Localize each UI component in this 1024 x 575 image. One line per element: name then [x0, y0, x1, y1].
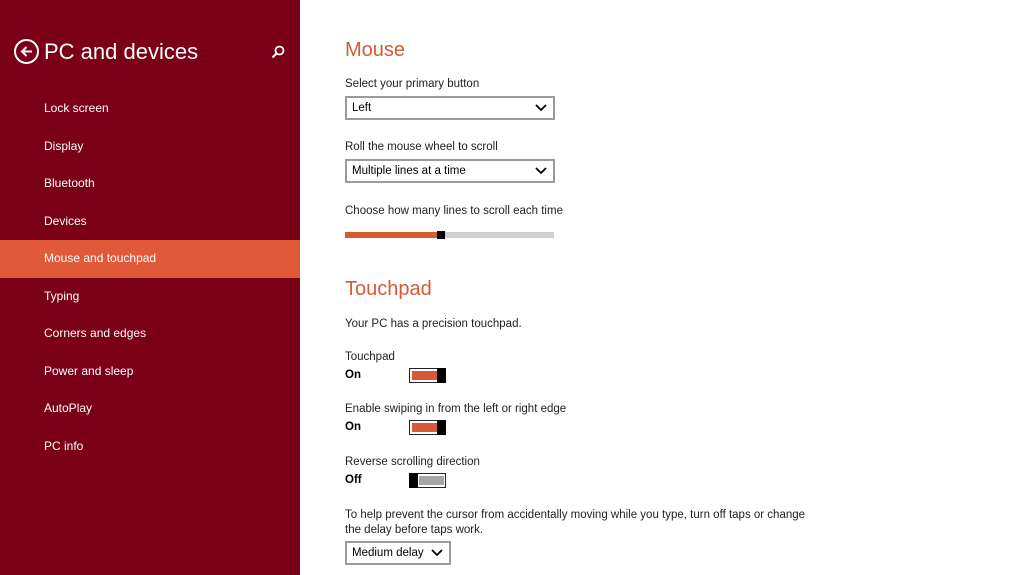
back-arrow-icon: [20, 46, 32, 57]
sidebar-item-corners-and-edges[interactable]: Corners and edges: [0, 315, 300, 353]
sidebar-item-mouse-and-touchpad[interactable]: Mouse and touchpad: [0, 240, 300, 278]
sidebar-header: PC and devices: [14, 38, 290, 68]
swipe-toggle-label: Enable swiping in from the left or right…: [345, 403, 567, 415]
reverse-scroll-toggle[interactable]: [409, 473, 446, 488]
swipe-toggle[interactable]: [409, 420, 446, 435]
tap-delay-value: Medium delay: [352, 547, 424, 559]
touchpad-section-title: Touchpad: [345, 278, 432, 300]
settings-content: Mouse Select your primary button Left Ro…: [345, 0, 1005, 575]
sidebar-item-lock-screen[interactable]: Lock screen: [0, 90, 300, 128]
primary-button-label: Select your primary button: [345, 78, 480, 90]
toggle-track: [412, 371, 438, 380]
chevron-down-icon: [535, 167, 547, 175]
touchpad-toggle-state: On: [345, 369, 361, 381]
toggle-knob: [437, 420, 446, 435]
toggle-track: [412, 423, 438, 432]
sidebar-item-pc-info[interactable]: PC info: [0, 428, 300, 466]
primary-button-value: Left: [352, 102, 372, 114]
swipe-toggle-state: On: [345, 421, 361, 433]
tap-delay-description: To help prevent the cursor from accident…: [345, 509, 806, 536]
toggle-knob: [437, 368, 446, 383]
sidebar-item-devices[interactable]: Devices: [0, 203, 300, 241]
primary-button-dropdown[interactable]: Left: [345, 96, 555, 120]
touchpad-toggle-label: Touchpad: [345, 351, 395, 363]
touchpad-toggle[interactable]: [409, 368, 446, 383]
toggle-track: [419, 476, 444, 485]
slider-thumb[interactable]: [437, 231, 445, 239]
reverse-scroll-state: Off: [345, 474, 362, 486]
search-button[interactable]: [270, 44, 286, 60]
mouse-section-title: Mouse: [345, 39, 406, 61]
sidebar-item-bluetooth[interactable]: Bluetooth: [0, 165, 300, 203]
sidebar-nav: Lock screen Display Bluetooth Devices Mo…: [0, 90, 300, 465]
wheel-scroll-value: Multiple lines at a time: [352, 165, 466, 177]
reverse-scroll-label: Reverse scrolling direction: [345, 456, 480, 468]
chevron-down-icon: [535, 104, 547, 112]
page-title: PC and devices: [44, 39, 199, 64]
sidebar-item-autoplay[interactable]: AutoPlay: [0, 390, 300, 428]
scroll-lines-slider[interactable]: [345, 231, 554, 239]
tap-delay-dropdown[interactable]: Medium delay: [345, 541, 451, 565]
sidebar-item-display[interactable]: Display: [0, 128, 300, 166]
wheel-scroll-dropdown[interactable]: Multiple lines at a time: [345, 159, 555, 183]
toggle-knob: [409, 473, 418, 488]
slider-fill: [345, 232, 437, 238]
sidebar-item-power-and-sleep[interactable]: Power and sleep: [0, 353, 300, 391]
touchpad-description: Your PC has a precision touchpad.: [345, 318, 522, 330]
wheel-scroll-label: Roll the mouse wheel to scroll: [345, 141, 498, 153]
back-button[interactable]: [14, 39, 39, 64]
settings-sidebar: PC and devices Lock screen Display Bluet…: [0, 0, 300, 575]
scroll-lines-label: Choose how many lines to scroll each tim…: [345, 205, 563, 217]
chevron-down-icon: [431, 549, 443, 557]
sidebar-item-typing[interactable]: Typing: [0, 278, 300, 316]
search-icon: [271, 45, 285, 59]
